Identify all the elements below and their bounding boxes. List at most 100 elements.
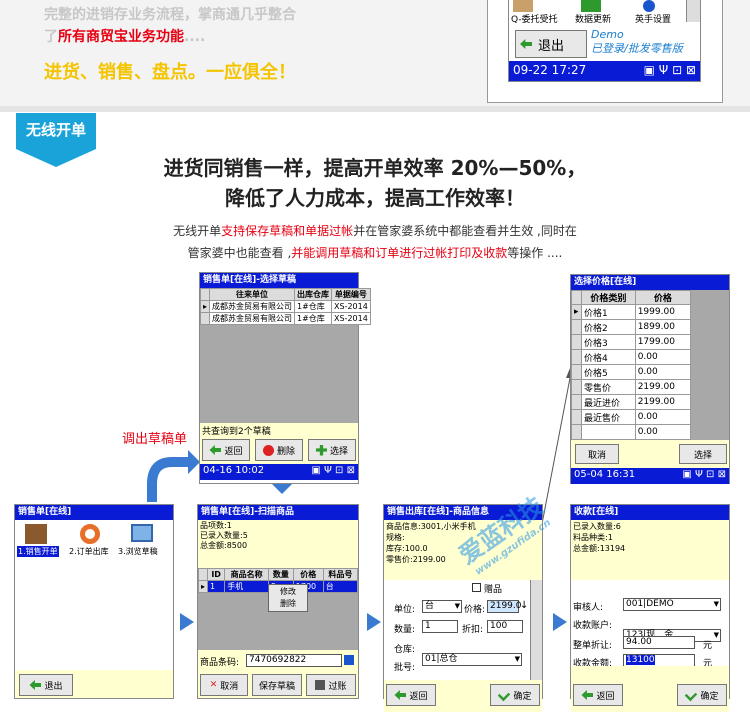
payment-ok-button[interactable]: 确定 [677, 684, 727, 706]
product-ok-button[interactable]: 确定 [490, 684, 540, 706]
data-update-icon[interactable] [581, 0, 601, 12]
auditor-select[interactable]: 001|DEMO [623, 598, 721, 611]
login-status: 已登录/批发零售版 [591, 42, 683, 55]
unit-select[interactable]: 台 [422, 600, 462, 613]
close-icon: ✕ [209, 680, 218, 690]
product-screen: 销售出库[在线]-商品信息 商品信息:3001,小米手机 规格: 库存:100.… [383, 504, 543, 712]
entrust-icon[interactable] [513, 0, 533, 12]
pda-top-exit-button[interactable]: 退出 [515, 30, 587, 58]
payment-title: 收款[在线] [571, 505, 729, 520]
draft-delete-button[interactable]: 删除 [255, 439, 303, 461]
context-menu-edit[interactable]: 修改 [269, 586, 307, 598]
table-row[interactable]: 价格5 0.00 [571, 364, 692, 380]
menu-item-order-out[interactable]: 2.订单出库 [69, 546, 109, 557]
pda-top-demo-text: Demo 已登录/批发零售版 [591, 28, 683, 56]
col-header[interactable]: ID [207, 568, 226, 581]
draft-curve-arrow [147, 457, 190, 502]
back-arrow-icon [29, 680, 42, 690]
pda-icon-label-2: 数据更新 [575, 15, 612, 25]
price-label: 价格: [464, 605, 486, 615]
plus-icon [315, 444, 327, 456]
col-header[interactable]: 往来单位 [209, 288, 296, 301]
product-scrollbar[interactable] [530, 580, 542, 680]
payment-info-line: 已录入数量:6 [573, 522, 621, 531]
menu-exit-button[interactable]: 退出 [19, 674, 73, 696]
discount-label: 折扣: [462, 625, 484, 635]
price-select-button[interactable]: 选择 [679, 444, 727, 464]
intro-line1: 完整的进销存业务流程，掌商通几乎整合 [44, 7, 296, 23]
product-back-button[interactable]: 返回 [386, 684, 436, 706]
scan-cancel-button[interactable]: ✕ 取消 [200, 674, 248, 696]
table-cell: 成都苏金贸易有限公司 [209, 300, 296, 313]
scan-save-draft-button[interactable]: 保存草稿 [252, 674, 302, 696]
table-row[interactable]: 价格4 0.00 [571, 349, 692, 365]
product-info: 商品信息:3001,小米手机 规格: 库存:100.0 零售价:2199.00 [384, 520, 542, 580]
save-icon [315, 680, 326, 690]
flow-arrow-1 [180, 613, 194, 631]
pda-top-exit-label: 退出 [538, 38, 565, 54]
table-row[interactable]: 成都苏金贸易有限公司 1#仓库 XS-2014 [199, 312, 371, 325]
table-row[interactable]: 最近进价 2199.00 [571, 394, 692, 410]
payment-back-button[interactable]: 返回 [573, 684, 623, 706]
scan-barcode-icon[interactable] [344, 655, 354, 665]
col-header[interactable]: 出库仓库 [294, 288, 333, 301]
table-cell: 1#仓库 [294, 312, 333, 325]
warehouse-select[interactable]: 01|总仓 [422, 653, 522, 666]
sales-order-icon[interactable] [25, 524, 47, 544]
price-cancel-button[interactable]: 取消 [575, 444, 619, 464]
table-cell: 手机 [224, 580, 269, 593]
menu-item-browse-draft[interactable]: 3.浏览草稿 [118, 546, 158, 557]
discount-input[interactable]: 100 [487, 620, 523, 633]
context-menu-delete[interactable]: 删除 [269, 598, 307, 610]
table-row[interactable]: 零售价 2199.00 [571, 379, 692, 395]
price-down-icon[interactable]: ↓ [520, 600, 528, 611]
table-row[interactable]: ▸ 成都苏金贸易有限公司 1#仓库 XS-2014 [199, 300, 371, 313]
col-header[interactable]: 价格 [634, 290, 692, 305]
scan-context-menu: 修改 删除 [268, 584, 308, 612]
price-time: 05-04 16:31 [574, 469, 636, 480]
pda-top-status-bar: 09-22 17:27 ▣ Ψ ⊡ ⊠ [509, 61, 700, 81]
scan-post-button[interactable]: 过账 [306, 674, 356, 696]
barcode-input[interactable]: 7470692822 [246, 654, 342, 667]
pda-top-device: Q-委托受托 数据更新 英手设置 退出 Demo 已登录/批发零售版 09-22… [487, 0, 723, 103]
discount-unit: 元 [703, 641, 713, 651]
draft-back-button[interactable]: 返回 [202, 439, 250, 461]
payment-form: 审核人: 001|DEMO 收款账户: 123|现 金 整单折让: 94.00 … [571, 580, 729, 669]
order-out-icon[interactable] [80, 524, 100, 544]
table-row[interactable]: 价格2 1899.00 [571, 319, 692, 335]
scan-title: 销售单[在线]-扫描商品 [198, 505, 358, 520]
draft-select-button[interactable]: 选择 [308, 439, 356, 461]
table-row[interactable]: 最近售价 0.00 [571, 409, 692, 425]
table-cell: 1#仓库 [294, 300, 333, 313]
col-header[interactable]: 价格类别 [581, 290, 636, 305]
table-row[interactable]: 价格3 1799.00 [571, 334, 692, 350]
col-header[interactable]: 单据编号 [331, 288, 371, 301]
pda-top-screen: Q-委托受托 数据更新 英手设置 退出 Demo 已登录/批发零售版 09-22… [508, 0, 701, 82]
gift-checkbox[interactable] [472, 583, 481, 592]
col-header[interactable]: 商品名称 [224, 568, 269, 581]
price-input[interactable]: 2199.0 [487, 600, 522, 613]
browse-draft-icon[interactable] [131, 524, 153, 542]
payment-discount-input[interactable]: 94.00 [623, 636, 695, 649]
table-cell: 1799.00 [634, 334, 692, 350]
headline-2: 降低了人力成本，提高工作效率！ [225, 186, 525, 210]
col-header[interactable]: 数量 [267, 568, 294, 581]
menu-item-sales[interactable]: 1.销售开单 [17, 546, 59, 557]
intro-line2-prefix: 了 [44, 29, 58, 45]
col-header[interactable]: 价格 [292, 568, 324, 581]
pda-top-scrollbar[interactable] [686, 0, 700, 22]
amount-value: 13100 [626, 655, 655, 665]
table-row[interactable]: 0.00 [571, 424, 692, 440]
qty-input[interactable]: 1 [422, 620, 458, 633]
table-cell: 0.00 [634, 424, 692, 440]
desc-part: 无线开单 [173, 224, 222, 238]
table-cell: 价格4 [581, 349, 636, 365]
col-header[interactable]: 料品号 [322, 568, 359, 581]
desc-part: 管家婆中也能查看 , [187, 246, 292, 260]
table-cell: 最近售价 [581, 409, 636, 425]
draft-list-area: 往来单位 出库仓库 单据编号 ▸ 成都苏金贸易有限公司 1#仓库 XS-2014… [199, 288, 371, 423]
scan-info-line: 总金额:8500 [200, 541, 248, 550]
table-row[interactable]: ▸ 价格1 1999.00 [571, 304, 692, 320]
settings-icon[interactable] [643, 0, 655, 12]
product-info-line: 库存:100.0 [386, 544, 428, 553]
